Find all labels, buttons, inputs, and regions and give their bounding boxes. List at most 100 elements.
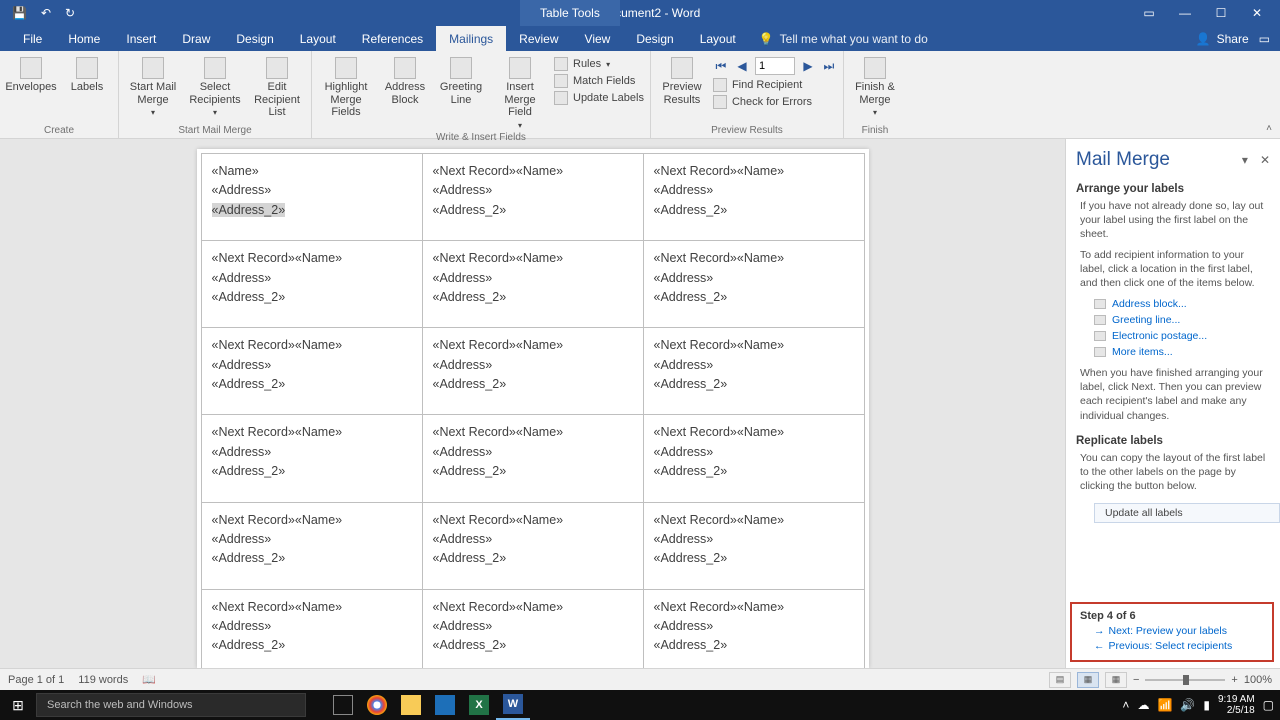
envelopes-button[interactable]: Envelopes (6, 55, 56, 94)
proofing-icon[interactable]: 📖 (142, 673, 156, 686)
tab-table-layout[interactable]: Layout (687, 26, 749, 51)
label-cell[interactable]: «Next Record»«Name»«Address»«Address_2» (643, 241, 864, 328)
web-layout-button[interactable]: ▦ (1105, 672, 1127, 688)
onedrive-icon[interactable]: ☁ (1137, 698, 1149, 712)
file-explorer-icon[interactable] (394, 690, 428, 720)
document-area[interactable]: «Name»«Address»«Address_2»«Next Record»«… (0, 139, 1065, 668)
record-number-input[interactable] (755, 57, 795, 75)
tab-draw[interactable]: Draw (169, 26, 223, 51)
share-button[interactable]: 👤 Share (1196, 32, 1249, 46)
label-cell[interactable]: «Next Record»«Name»«Address»«Address_2» (643, 589, 864, 668)
label-cell[interactable]: «Next Record»«Name»«Address»«Address_2» (201, 241, 422, 328)
word-count[interactable]: 119 words (78, 674, 128, 686)
ribbon-options-icon[interactable]: ▭ (1136, 6, 1162, 20)
label-cell[interactable]: «Next Record»«Name»«Address»«Address_2» (643, 502, 864, 589)
label-cell[interactable]: «Next Record»«Name»«Address»«Address_2» (422, 241, 643, 328)
label-cell[interactable]: «Next Record»«Name»«Address»«Address_2» (201, 328, 422, 415)
tab-mailings[interactable]: Mailings (436, 26, 506, 51)
read-mode-button[interactable]: ▤ (1049, 672, 1071, 688)
save-icon[interactable]: 💾 (12, 6, 27, 20)
tab-layout[interactable]: Layout (287, 26, 349, 51)
check-errors-button[interactable]: Check for Errors (713, 95, 837, 109)
task-pane-menu-icon[interactable]: ▾ (1242, 153, 1248, 167)
tab-insert[interactable]: Insert (113, 26, 169, 51)
zoom-out-button[interactable]: − (1133, 674, 1139, 686)
preview-results-button[interactable]: Preview Results (657, 55, 707, 106)
tab-file[interactable]: File (10, 26, 55, 51)
select-recipients-button[interactable]: Select Recipients▾ (187, 55, 243, 117)
wizard-previous-link[interactable]: ←Previous: Select recipients (1080, 637, 1264, 652)
task-pane-close-icon[interactable]: ✕ (1260, 153, 1270, 167)
tab-home[interactable]: Home (55, 26, 113, 51)
excel-icon[interactable]: X (462, 690, 496, 720)
match-fields-button[interactable]: Match Fields (554, 74, 644, 88)
page-indicator[interactable]: Page 1 of 1 (8, 674, 64, 686)
first-record-icon[interactable]: ⏮ (713, 58, 729, 74)
greeting-line-link[interactable]: Greeting line... (1094, 312, 1270, 328)
edit-recipient-list-button[interactable]: Edit Recipient List (249, 55, 305, 119)
redo-icon[interactable]: ↻ (65, 6, 75, 20)
clock[interactable]: 9:19 AM 2/5/18 (1218, 694, 1255, 716)
group-write-insert: Highlight Merge Fields Address Block Gre… (312, 51, 651, 138)
comments-icon[interactable]: ▭ (1259, 32, 1270, 46)
print-layout-button[interactable]: ▦ (1077, 672, 1099, 688)
address-block-button[interactable]: Address Block (380, 55, 430, 106)
network-icon[interactable]: 📶 (1157, 698, 1172, 712)
store-icon[interactable] (428, 690, 462, 720)
tab-view[interactable]: View (572, 26, 624, 51)
chrome-icon[interactable] (360, 690, 394, 720)
tab-references[interactable]: References (349, 26, 436, 51)
label-cell[interactable]: «Next Record»«Name»«Address»«Address_2» (201, 502, 422, 589)
label-cell[interactable]: «Next Record»«Name»«Address»«Address_2» (422, 589, 643, 668)
minimize-icon[interactable]: — (1172, 6, 1198, 20)
highlight-merge-fields-button[interactable]: Highlight Merge Fields (318, 55, 374, 119)
maximize-icon[interactable]: ☐ (1208, 6, 1234, 20)
action-center-icon[interactable]: ▢ (1263, 698, 1274, 712)
electronic-postage-link[interactable]: Electronic postage... (1094, 328, 1270, 344)
word-taskbar-icon[interactable]: W (496, 690, 530, 720)
label-cell[interactable]: «Next Record»«Name»«Address»«Address_2» (422, 502, 643, 589)
update-all-labels-button[interactable]: Update all labels (1094, 503, 1280, 523)
start-button[interactable]: ⊞ (0, 697, 36, 714)
next-record-icon[interactable]: ▶ (800, 58, 816, 74)
label-cell[interactable]: «Next Record»«Name»«Address»«Address_2» (643, 154, 864, 241)
label-cell[interactable]: «Next Record»«Name»«Address»«Address_2» (422, 328, 643, 415)
last-record-icon[interactable]: ⏭ (821, 58, 837, 74)
zoom-in-button[interactable]: + (1231, 674, 1237, 686)
clock-date: 2/5/18 (1218, 705, 1255, 716)
labels-button[interactable]: Labels (62, 55, 112, 94)
tray-chevron-icon[interactable]: ˄ (1122, 698, 1129, 712)
finish-merge-button[interactable]: Finish & Merge▾ (850, 55, 900, 117)
label-cell[interactable]: «Next Record»«Name»«Address»«Address_2» (201, 415, 422, 502)
greeting-line-button[interactable]: Greeting Line (436, 55, 486, 106)
tab-table-design[interactable]: Design (623, 26, 686, 51)
label-cell[interactable]: «Next Record»«Name»«Address»«Address_2» (422, 154, 643, 241)
tab-design[interactable]: Design (223, 26, 286, 51)
zoom-level[interactable]: 100% (1244, 674, 1272, 686)
start-mail-merge-button[interactable]: Start Mail Merge▾ (125, 55, 181, 117)
more-items-link[interactable]: More items... (1094, 344, 1270, 360)
prev-record-icon[interactable]: ◀ (734, 58, 750, 74)
close-icon[interactable]: ✕ (1244, 6, 1270, 20)
find-recipient-button[interactable]: Find Recipient (713, 78, 837, 92)
volume-icon[interactable]: 🔊 (1180, 698, 1195, 712)
collapse-ribbon-icon[interactable]: ˄ (1266, 123, 1272, 134)
undo-icon[interactable]: ↶ (41, 6, 51, 20)
tab-review[interactable]: Review (506, 26, 571, 51)
group-label-finish: Finish (862, 123, 889, 138)
label-cell[interactable]: «Next Record»«Name»«Address»«Address_2» (201, 589, 422, 668)
tell-me-search[interactable]: 💡 Tell me what you want to do (759, 32, 928, 46)
zoom-slider[interactable] (1145, 679, 1225, 681)
battery-icon[interactable]: ▮ (1203, 698, 1210, 712)
address-block-link[interactable]: Address block... (1094, 296, 1270, 312)
label-cell[interactable]: «Next Record»«Name»«Address»«Address_2» (643, 415, 864, 502)
insert-merge-field-button[interactable]: Insert Merge Field▾ (492, 55, 548, 130)
label-cell[interactable]: «Name»«Address»«Address_2» (201, 154, 422, 241)
wizard-next-link[interactable]: →Next: Preview your labels (1080, 622, 1264, 637)
label-cell[interactable]: «Next Record»«Name»«Address»«Address_2» (422, 415, 643, 502)
windows-search-input[interactable]: Search the web and Windows (36, 693, 306, 717)
task-view-icon[interactable] (326, 690, 360, 720)
label-cell[interactable]: «Next Record»«Name»«Address»«Address_2» (643, 328, 864, 415)
update-labels-button[interactable]: Update Labels (554, 91, 644, 105)
rules-button[interactable]: Rules▾ (554, 57, 644, 71)
